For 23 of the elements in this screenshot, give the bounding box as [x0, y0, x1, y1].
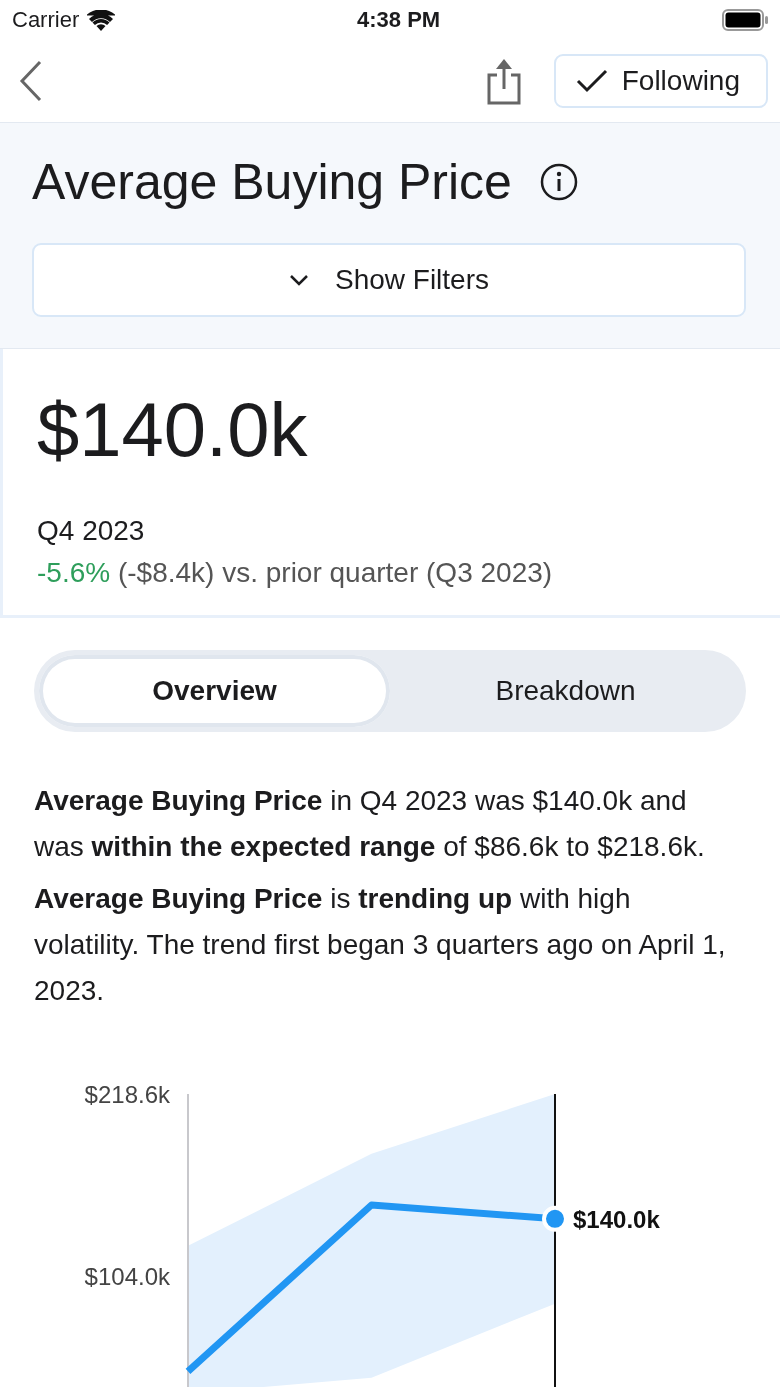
summary-paragraph: Average Buying Price is trending up with high volatility. The trend first began 3 quarters ago on April 1, 2023. — [34, 882, 727, 1008]
battery-icon — [722, 9, 768, 31]
share-icon[interactable] — [485, 57, 522, 105]
metric-period: Q4 2023 — [37, 515, 146, 547]
status-time: 4:38 PM — [357, 7, 441, 33]
check-icon — [575, 69, 608, 93]
metric-value: $140.0k — [37, 386, 309, 474]
axis-label: $218.6k — [84, 1081, 170, 1108]
chevron-down-icon — [288, 274, 309, 286]
info-icon[interactable] — [539, 163, 578, 201]
page-title: Average Buying Price — [32, 153, 512, 211]
change-detail: (-$8.4k) vs. prior quarter (Q3 2023) — [117, 557, 553, 588]
summary-paragraph: Average Buying Price in Q4 2023 was $140.0k and was within the expected range of $86.6k to $218.6k. — [34, 784, 706, 864]
back-icon[interactable] — [18, 60, 44, 102]
wifi-icon — [87, 9, 116, 31]
following-button[interactable]: Following — [553, 54, 768, 108]
change-percent: -5.6% — [37, 557, 111, 588]
show-filters-button[interactable]: Show Filters — [32, 243, 746, 317]
segment-tab[interactable]: Overview — [39, 655, 390, 727]
axis-label: $104.0k — [84, 1263, 170, 1290]
data-label: $140.0k — [573, 1205, 660, 1233]
carrier-label: Carrier — [12, 7, 80, 33]
segment-tab[interactable]: Breakdown — [390, 655, 741, 727]
